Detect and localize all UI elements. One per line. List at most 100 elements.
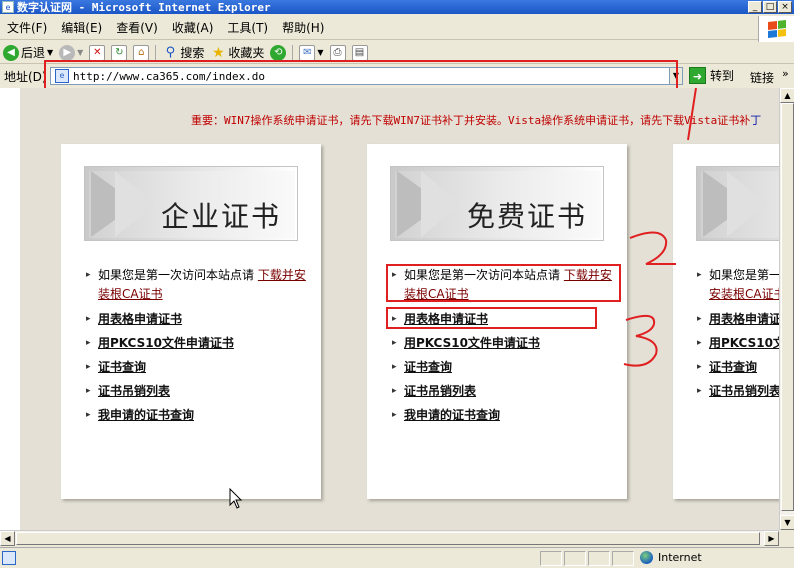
apply-by-form-link[interactable]: 用表格申请证 — [709, 312, 779, 326]
go-button[interactable]: ➜ 转到 — [689, 67, 734, 84]
annotation-number-3 — [623, 314, 658, 367]
search-label: 搜索 — [180, 46, 205, 60]
scroll-down-icon[interactable]: ▼ — [780, 515, 794, 530]
list-item: 如果您是第一次访问本站点请 下载并安装根CA证书 — [86, 266, 306, 304]
card-title: 免费证书 — [466, 200, 587, 233]
my-certificate-query-link[interactable]: 我申请的证书查询 — [404, 408, 500, 422]
page-icon: e — [55, 69, 69, 83]
vertical-scrollbar[interactable]: ▲ ▼ — [779, 88, 794, 530]
home-button[interactable]: ⌂ — [130, 44, 152, 61]
revocation-list-link[interactable]: 证书吊销列表 — [98, 384, 170, 398]
apply-by-pkcs10-link[interactable]: 用PKCS10文件 — [709, 336, 779, 350]
maximize-button[interactable]: □ — [763, 1, 777, 13]
refresh-button[interactable]: ↻ — [108, 44, 130, 61]
certificate-query-link[interactable]: 证书查询 — [404, 360, 452, 374]
card-free-certificate: 免费证书 如果您是第一次访问本站点请 下载并安装根CA证书 用表格申请证书 用P… — [367, 144, 627, 499]
address-input[interactable] — [73, 69, 653, 83]
windows-flag-icon — [767, 20, 786, 38]
address-field[interactable]: e — [50, 67, 671, 85]
forward-arrow-icon: ▶ — [59, 44, 76, 61]
status-bar: Internet — [0, 547, 794, 568]
back-button[interactable]: ◀ 后退 ▼ — [0, 44, 56, 61]
stop-button[interactable]: ✕ — [86, 44, 108, 61]
status-pane — [612, 551, 634, 566]
address-label: 地址(D) — [4, 69, 47, 84]
list-item: 如果您是第一次访问本站点请 下载并安装根CA证书 — [392, 266, 612, 304]
apply-by-form-link[interactable]: 用表格申请证书 — [404, 312, 488, 326]
favorites-button[interactable]: ★ 收藏夹 — [207, 44, 267, 61]
back-dropdown-icon[interactable]: ▼ — [47, 48, 53, 57]
apply-by-form-link[interactable]: 用表格申请证书 — [98, 312, 182, 326]
card-enterprise-certificate: 企业证书 如果您是第一次访问本站点请 下载并安装根CA证书 用表格申请证书 用P… — [61, 144, 321, 499]
menu-tools[interactable]: 工具(T) — [220, 19, 275, 36]
close-button[interactable]: × — [778, 1, 792, 13]
search-icon: ⚲ — [165, 44, 176, 60]
window-controls: _ □ × — [748, 1, 792, 13]
scroll-right-icon[interactable]: ▶ — [764, 531, 779, 546]
menu-view[interactable]: 查看(V) — [109, 19, 165, 36]
list-item: 用PKCS10文件 — [697, 334, 779, 352]
mail-button[interactable]: ✉ ▼ — [296, 44, 326, 61]
toolbar-separator — [155, 44, 157, 61]
list-item: 用PKCS10文件申请证书 — [392, 334, 612, 352]
intro-text: 如果您是第一 — [709, 268, 779, 282]
links-chevron-icon[interactable]: » — [782, 67, 789, 80]
status-pane — [588, 551, 610, 566]
zone-label: Internet — [658, 551, 702, 564]
notice-red-text: 重要：WIN7操作系统申请证书，请先下载WIN7证书补丁并安装。Vista操作系… — [191, 114, 751, 127]
certificate-query-link[interactable]: 证书查询 — [98, 360, 146, 374]
globe-icon — [640, 551, 653, 564]
download-root-ca-link[interactable]: 安装根CA证书 — [709, 287, 779, 301]
history-button[interactable]: ⟲ — [267, 44, 289, 61]
title-bar: e 数字认证网 - Microsoft Internet Explorer _ … — [0, 0, 794, 14]
card-banner: 企业证书 — [84, 166, 298, 241]
forward-dropdown-icon[interactable]: ▼ — [77, 48, 83, 57]
edit-button[interactable]: ▤ — [349, 44, 371, 61]
revocation-list-link[interactable]: 证书吊销列表 — [709, 384, 779, 398]
card-title: 企业证书 — [160, 200, 281, 233]
notice-blue-text: 丁 — [750, 114, 762, 127]
address-dropdown-icon[interactable]: ▼ — [669, 67, 683, 85]
horizontal-scroll-thumb[interactable] — [16, 532, 760, 545]
chevron-decoration — [727, 171, 767, 237]
chevron-decoration — [421, 171, 461, 237]
menu-file[interactable]: 文件(F) — [0, 19, 54, 36]
address-bar: 地址(D) e ▼ ➜ 转到 链接 » — [0, 66, 794, 86]
minimize-button[interactable]: _ — [748, 1, 762, 13]
revocation-list-link[interactable]: 证书吊销列表 — [404, 384, 476, 398]
scroll-left-icon[interactable]: ◀ — [0, 531, 15, 546]
vertical-scroll-thumb[interactable] — [781, 103, 794, 511]
menu-help[interactable]: 帮助(H) — [275, 19, 331, 36]
star-icon: ★ — [212, 44, 225, 61]
annotation-number-2 — [629, 231, 676, 265]
links-button[interactable]: 链接 — [750, 69, 774, 86]
print-button[interactable]: ⎙ — [327, 44, 349, 61]
status-pane — [540, 551, 562, 566]
forward-button[interactable]: ▶ ▼ — [56, 44, 86, 61]
chevron-decoration — [115, 171, 155, 237]
menu-edit[interactable]: 编辑(E) — [54, 19, 109, 36]
window-title: 数字认证网 - Microsoft Internet Explorer — [17, 1, 271, 14]
mouse-cursor-icon — [229, 488, 243, 509]
important-notice: 重要：WIN7操作系统申请证书，请先下载WIN7证书补丁并安装。Vista操作系… — [191, 112, 761, 128]
intro-text: 如果您是第一次访问本站点请 — [98, 268, 255, 282]
my-certificate-query-link[interactable]: 我申请的证书查询 — [98, 408, 194, 422]
windows-logo — [758, 16, 794, 42]
card-banner — [696, 166, 779, 241]
scroll-up-icon[interactable]: ▲ — [780, 88, 794, 103]
list-item: 证书吊销列表 — [697, 382, 779, 400]
mail-dropdown-icon[interactable]: ▼ — [317, 48, 323, 57]
list-item: 用表格申请证书 — [86, 310, 306, 328]
search-button[interactable]: ⚲ 搜索 — [159, 44, 207, 61]
apply-by-pkcs10-link[interactable]: 用PKCS10文件申请证书 — [98, 336, 234, 350]
security-zone: Internet — [640, 551, 702, 564]
list-item: 证书吊销列表 — [86, 382, 306, 400]
list-item: 如果您是第一安装根CA证书 — [697, 266, 779, 304]
menu-favorites[interactable]: 收藏(A) — [165, 19, 221, 36]
back-label: 后退 — [21, 46, 46, 60]
apply-by-pkcs10-link[interactable]: 用PKCS10文件申请证书 — [404, 336, 540, 350]
list-item: 我申请的证书查询 — [86, 406, 306, 424]
go-label: 转到 — [710, 69, 735, 83]
certificate-query-link[interactable]: 证书查询 — [709, 360, 757, 374]
horizontal-scrollbar[interactable]: ◀ ▶ — [0, 530, 779, 546]
